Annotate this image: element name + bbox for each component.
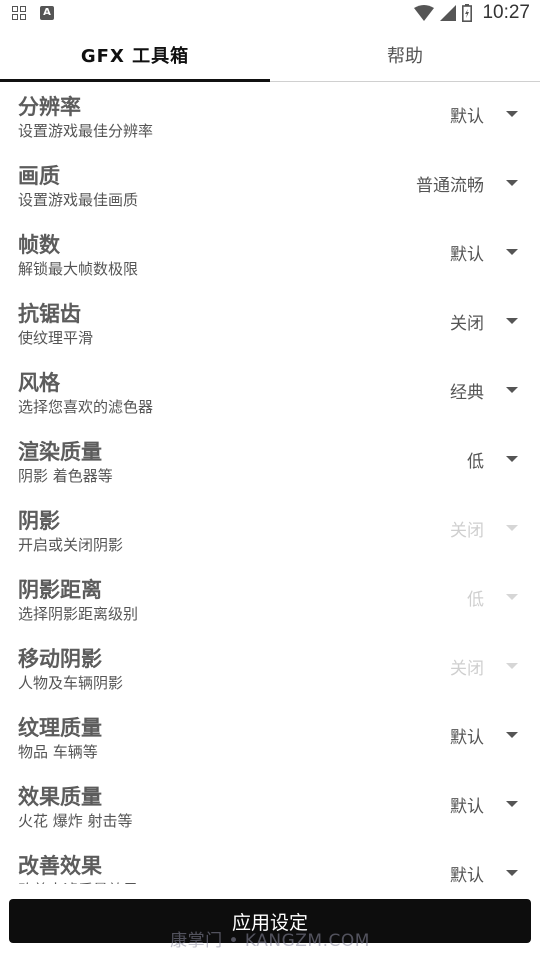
setting-subtitle: 火花 爆炸 射击等 (18, 812, 133, 830)
dropdown-arrow-icon[interactable] (506, 801, 518, 807)
setting-row-6: 阴影 开启或关闭阴影 关闭 (0, 496, 540, 565)
setting-title: 帧数 (18, 233, 60, 257)
setting-subtitle: 设置游戏最佳画质 (18, 191, 139, 209)
setting-subtitle: 人物及车辆阴影 (18, 674, 124, 692)
dropdown-arrow-icon[interactable] (506, 870, 518, 876)
setting-row-5: 渲染质量 阴影 着色器等 低 (0, 427, 540, 496)
setting-row-0: 分辨率 设置游戏最佳分辨率 默认 (0, 82, 540, 151)
setting-dropdown-value: 关闭 (450, 521, 484, 541)
setting-dropdown-value[interactable]: 默认 (450, 861, 484, 884)
wifi-icon (414, 5, 435, 21)
grid-icon (12, 6, 26, 20)
status-left-icons: A (12, 6, 54, 20)
setting-subtitle: 选择您喜欢的滤色器 (18, 398, 154, 416)
status-time: 10:27 (482, 2, 530, 23)
setting-title: 画质 (18, 164, 60, 188)
battery-icon (462, 4, 473, 22)
apply-button-label: 应用设定 (231, 911, 308, 934)
dropdown-arrow-icon[interactable] (506, 249, 518, 255)
dropdown-arrow-icon[interactable] (506, 180, 518, 186)
setting-title: 移动阴影 (18, 647, 102, 671)
setting-title: 阴影距离 (18, 578, 102, 602)
dropdown-arrow-icon[interactable] (506, 387, 518, 393)
setting-title: 效果质量 (18, 785, 102, 809)
setting-dropdown-value[interactable]: 低 (467, 447, 484, 472)
settings-list: 分辨率 设置游戏最佳分辨率 默认 画质 设置游戏最佳画质 普通流畅 帧数 解锁最… (0, 82, 540, 884)
setting-title: 风格 (18, 371, 60, 395)
setting-title: 阴影 (18, 509, 60, 533)
cellular-icon (440, 5, 457, 21)
status-right-icons: 10:27 (414, 2, 530, 24)
setting-title: 抗锯齿 (18, 302, 81, 326)
setting-row-1: 画质 设置游戏最佳画质 普通流畅 (0, 151, 540, 220)
setting-row-4: 风格 选择您喜欢的滤色器 经典 (0, 358, 540, 427)
dropdown-arrow-icon[interactable] (506, 111, 518, 117)
dropdown-arrow-icon[interactable] (506, 318, 518, 324)
setting-row-3: 抗锯齿 使纹理平滑 关闭 (0, 289, 540, 358)
tab-gfx-toolbox[interactable]: GFX 工具箱 (0, 28, 270, 82)
setting-subtitle: 设置游戏最佳分辨率 (18, 122, 154, 140)
setting-title: 分辨率 (18, 95, 81, 119)
setting-row-9: 纹理质量 物品 车辆等 默认 (0, 703, 540, 772)
dropdown-arrow-icon[interactable] (506, 732, 518, 738)
setting-subtitle: 开启或关闭阴影 (18, 536, 124, 554)
setting-title: 渲染质量 (18, 440, 102, 464)
setting-subtitle: 解锁最大帧数极限 (18, 260, 139, 278)
setting-subtitle: 改善水滤质量效果 (18, 879, 138, 884)
dropdown-arrow-icon (506, 663, 518, 669)
setting-title: 改善效果 (18, 854, 102, 878)
setting-dropdown-value: 关闭 (450, 659, 484, 679)
setting-row-10: 效果质量 火花 爆炸 射击等 默认 (0, 772, 540, 841)
apply-settings-button[interactable]: 应用设定 (9, 899, 531, 943)
setting-dropdown-value[interactable]: 默认 (450, 792, 484, 817)
dropdown-arrow-icon[interactable] (506, 456, 518, 462)
setting-dropdown-value[interactable]: 默认 (450, 723, 484, 748)
setting-row-2: 帧数 解锁最大帧数极限 默认 (0, 220, 540, 289)
setting-dropdown-value: 低 (467, 590, 484, 610)
tab-label: GFX 工具箱 (80, 45, 190, 67)
setting-dropdown-value[interactable]: 默认 (450, 102, 484, 127)
setting-subtitle: 物品 车辆等 (18, 743, 98, 761)
status-bar: A 10:27 (0, 0, 540, 28)
setting-row-7: 阴影距离 选择阴影距离级别 低 (0, 565, 540, 634)
setting-dropdown-value[interactable]: 默认 (450, 240, 484, 265)
setting-subtitle: 使纹理平滑 (18, 329, 94, 347)
setting-title: 纹理质量 (18, 716, 102, 740)
dropdown-arrow-icon (506, 594, 518, 600)
a-letter-icon: A (40, 6, 54, 20)
setting-row-11: 改善效果 改善水滤质量效果 默认 (0, 841, 540, 884)
setting-subtitle: 阴影 着色器等 (18, 467, 113, 485)
setting-dropdown-value[interactable]: 普通流畅 (416, 171, 484, 196)
setting-dropdown-value[interactable]: 经典 (450, 378, 484, 403)
setting-row-8: 移动阴影 人物及车辆阴影 关闭 (0, 634, 540, 703)
tab-help[interactable]: 帮助 (270, 28, 540, 81)
setting-subtitle: 选择阴影距离级别 (18, 605, 139, 623)
setting-dropdown-value[interactable]: 关闭 (450, 309, 484, 334)
tab-bar: GFX 工具箱 帮助 (0, 28, 540, 82)
tab-label: 帮助 (387, 45, 423, 67)
dropdown-arrow-icon (506, 525, 518, 531)
